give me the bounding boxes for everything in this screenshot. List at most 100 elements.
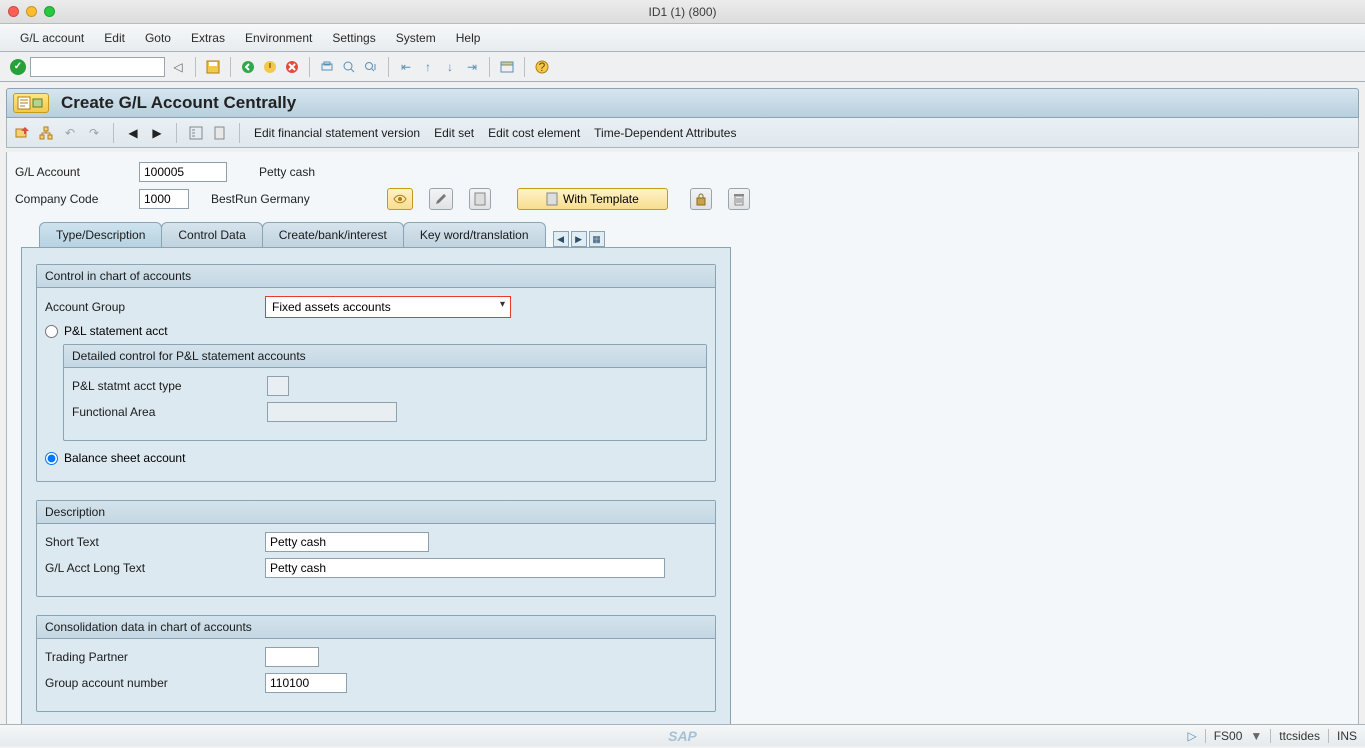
print-icon[interactable] [318, 58, 336, 76]
group-consolidation-title: Consolidation data in chart of accounts [37, 616, 715, 639]
back-icon[interactable] [239, 58, 257, 76]
link-edit-fsv[interactable]: Edit financial statement version [250, 124, 424, 142]
menu-gl-account[interactable]: G/L account [12, 27, 92, 49]
enter-icon[interactable]: ✓ [10, 59, 26, 75]
exit-icon[interactable] [261, 58, 279, 76]
menu-edit[interactable]: Edit [96, 27, 133, 49]
functional-area-input [267, 402, 397, 422]
first-page-icon[interactable]: ⇤ [397, 58, 415, 76]
prev-record-icon[interactable]: ◀ [124, 124, 142, 142]
long-text-input[interactable] [265, 558, 665, 578]
group-account-number-label: Group account number [45, 676, 265, 690]
delete-button[interactable] [728, 188, 750, 210]
tab-list-icon[interactable]: ▦ [589, 231, 605, 247]
main-toolbar: ✓ ◁ ⇤ ↑ ↓ ⇥ ? [0, 52, 1365, 82]
account-group-label: Account Group [45, 300, 265, 314]
short-text-label: Short Text [45, 535, 265, 549]
pl-statement-label: P&L statement acct [64, 324, 168, 338]
save-icon[interactable] [204, 58, 222, 76]
svg-text:?: ? [539, 60, 546, 74]
link-edit-set[interactable]: Edit set [430, 124, 478, 142]
dropdown-icon[interactable]: ◁ [169, 58, 187, 76]
tab-control-data[interactable]: Control Data [161, 222, 262, 247]
company-code-label: Company Code [15, 192, 133, 206]
tabstrip: Type/Description Control Data Create/ban… [39, 222, 1350, 247]
trading-partner-label: Trading Partner [45, 650, 265, 664]
pl-statement-radio[interactable] [45, 325, 58, 338]
tab-scroll-left-icon[interactable]: ◀ [553, 231, 569, 247]
status-expand-icon[interactable]: ▷ [1187, 729, 1196, 743]
gl-account-input[interactable] [139, 162, 227, 182]
company-code-input[interactable] [139, 189, 189, 209]
group-description-title: Description [37, 501, 715, 524]
company-code-desc: BestRun Germany [211, 192, 381, 206]
mac-titlebar: ID1 (1) (800) [0, 0, 1365, 24]
undo-icon[interactable]: ↶ [61, 124, 79, 142]
command-field[interactable] [30, 57, 165, 77]
next-record-icon[interactable]: ▶ [148, 124, 166, 142]
with-template-button[interactable]: With Template [517, 188, 668, 210]
gl-account-label: G/L Account [15, 165, 133, 179]
statusbar: SAP ▷ FS00 ▼ ttcsides INS [0, 724, 1365, 746]
link-time-dependent[interactable]: Time-Dependent Attributes [590, 124, 740, 142]
page-title: Create G/L Account Centrally [61, 93, 296, 113]
status-dropdown-icon[interactable]: ▼ [1250, 729, 1262, 743]
page-header-icon [13, 93, 49, 113]
menu-system[interactable]: System [388, 27, 444, 49]
pl-type-input [267, 376, 289, 396]
group-account-number-input[interactable] [265, 673, 347, 693]
prev-page-icon[interactable]: ↑ [419, 58, 437, 76]
hierarchy-icon[interactable] [37, 124, 55, 142]
page-header: Create G/L Account Centrally [6, 88, 1359, 118]
group-description: Description Short Text G/L Acct Long Tex… [36, 500, 716, 597]
menubar: G/L account Edit Goto Extras Environment… [0, 24, 1365, 52]
short-text-input[interactable] [265, 532, 429, 552]
find-next-icon[interactable] [362, 58, 380, 76]
tab-type-description[interactable]: Type/Description [39, 222, 162, 247]
other-account-icon[interactable] [13, 124, 31, 142]
long-text-label: G/L Acct Long Text [45, 561, 265, 575]
tab-body: Control in chart of accounts Account Gro… [21, 247, 731, 729]
link-edit-cost-element[interactable]: Edit cost element [484, 124, 584, 142]
lock-button[interactable] [690, 188, 712, 210]
trading-partner-input[interactable] [265, 647, 319, 667]
last-page-icon[interactable]: ⇥ [463, 58, 481, 76]
help-icon[interactable]: ? [533, 58, 551, 76]
next-page-icon[interactable]: ↓ [441, 58, 459, 76]
status-mode: INS [1337, 729, 1357, 743]
balance-sheet-label: Balance sheet account [64, 451, 185, 465]
doc-icon[interactable] [211, 124, 229, 142]
app-toolbar: ↶ ↷ ◀ ▶ Edit financial statement version… [6, 118, 1359, 148]
display-button[interactable] [387, 188, 413, 210]
menu-help[interactable]: Help [448, 27, 489, 49]
account-group-select[interactable]: Fixed assets accounts [265, 296, 511, 318]
menu-environment[interactable]: Environment [237, 27, 320, 49]
sap-logo: SAP [668, 728, 697, 744]
window-title: ID1 (1) (800) [0, 5, 1365, 19]
cancel-icon[interactable] [283, 58, 301, 76]
group-pl-detail-title: Detailed control for P&L statement accou… [64, 345, 706, 368]
group-control-chart: Control in chart of accounts Account Gro… [36, 264, 716, 482]
status-tcode: FS00 [1214, 729, 1243, 743]
menu-extras[interactable]: Extras [183, 27, 233, 49]
menu-settings[interactable]: Settings [324, 27, 383, 49]
new-session-icon[interactable] [498, 58, 516, 76]
group-consolidation: Consolidation data in chart of accounts … [36, 615, 716, 712]
status-user: ttcsides [1279, 729, 1320, 743]
document-button[interactable] [469, 188, 491, 210]
menu-goto[interactable]: Goto [137, 27, 179, 49]
group-pl-detail: Detailed control for P&L statement accou… [63, 344, 707, 441]
redo-icon[interactable]: ↷ [85, 124, 103, 142]
pl-type-label: P&L statmt acct type [72, 379, 267, 393]
tab-create-bank-interest[interactable]: Create/bank/interest [262, 222, 404, 247]
content-area: G/L Account Petty cash Company Code Best… [6, 152, 1359, 744]
balance-sheet-radio[interactable] [45, 452, 58, 465]
tab-scroll-right-icon[interactable]: ▶ [571, 231, 587, 247]
edit-button[interactable] [429, 188, 453, 210]
find-icon[interactable] [340, 58, 358, 76]
tree-on-icon[interactable] [187, 124, 205, 142]
gl-account-desc: Petty cash [259, 165, 315, 179]
tab-keyword-translation[interactable]: Key word/translation [403, 222, 546, 247]
functional-area-label: Functional Area [72, 405, 267, 419]
group-control-chart-title: Control in chart of accounts [37, 265, 715, 288]
